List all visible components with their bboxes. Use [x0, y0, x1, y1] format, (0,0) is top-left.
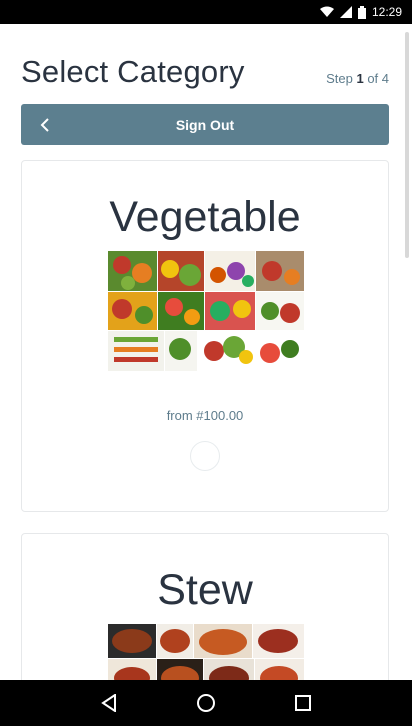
signout-bar: Sign Out [21, 104, 389, 145]
app-screen: Select Category Step 1 of 4 Sign Out Veg… [0, 24, 412, 680]
step-indicator: Step 1 of 4 [326, 71, 389, 90]
category-price: from #100.00 [166, 408, 244, 423]
back-triangle-icon[interactable] [89, 683, 129, 723]
status-time: 12:29 [371, 5, 402, 19]
signal-icon [339, 6, 352, 18]
chevron-left-icon[interactable] [33, 104, 57, 145]
vegetable-collage-image [108, 251, 304, 371]
home-circle-icon[interactable] [186, 683, 226, 723]
category-title: Stew [157, 566, 253, 614]
page-title: Select Category [21, 54, 245, 89]
battery-icon [357, 5, 366, 19]
system-nav-bar [0, 680, 412, 726]
status-bar: 12:29 [0, 0, 412, 24]
step-prefix: Step [326, 71, 357, 86]
recents-square-icon[interactable] [283, 683, 323, 723]
category-card-vegetable[interactable]: Vegetable from #100.00 [21, 160, 389, 512]
page-header: Select Category Step 1 of 4 [21, 54, 389, 90]
step-suffix: of 4 [363, 71, 389, 86]
category-title: Vegetable [109, 193, 301, 241]
category-card-stew[interactable]: Stew [21, 533, 389, 680]
select-radio[interactable] [190, 441, 220, 471]
step-current: 1 [356, 71, 364, 86]
signout-button[interactable]: Sign Out [176, 117, 234, 133]
stew-collage-image [108, 624, 304, 680]
wifi-icon [319, 6, 334, 18]
scrollbar[interactable] [405, 32, 409, 258]
